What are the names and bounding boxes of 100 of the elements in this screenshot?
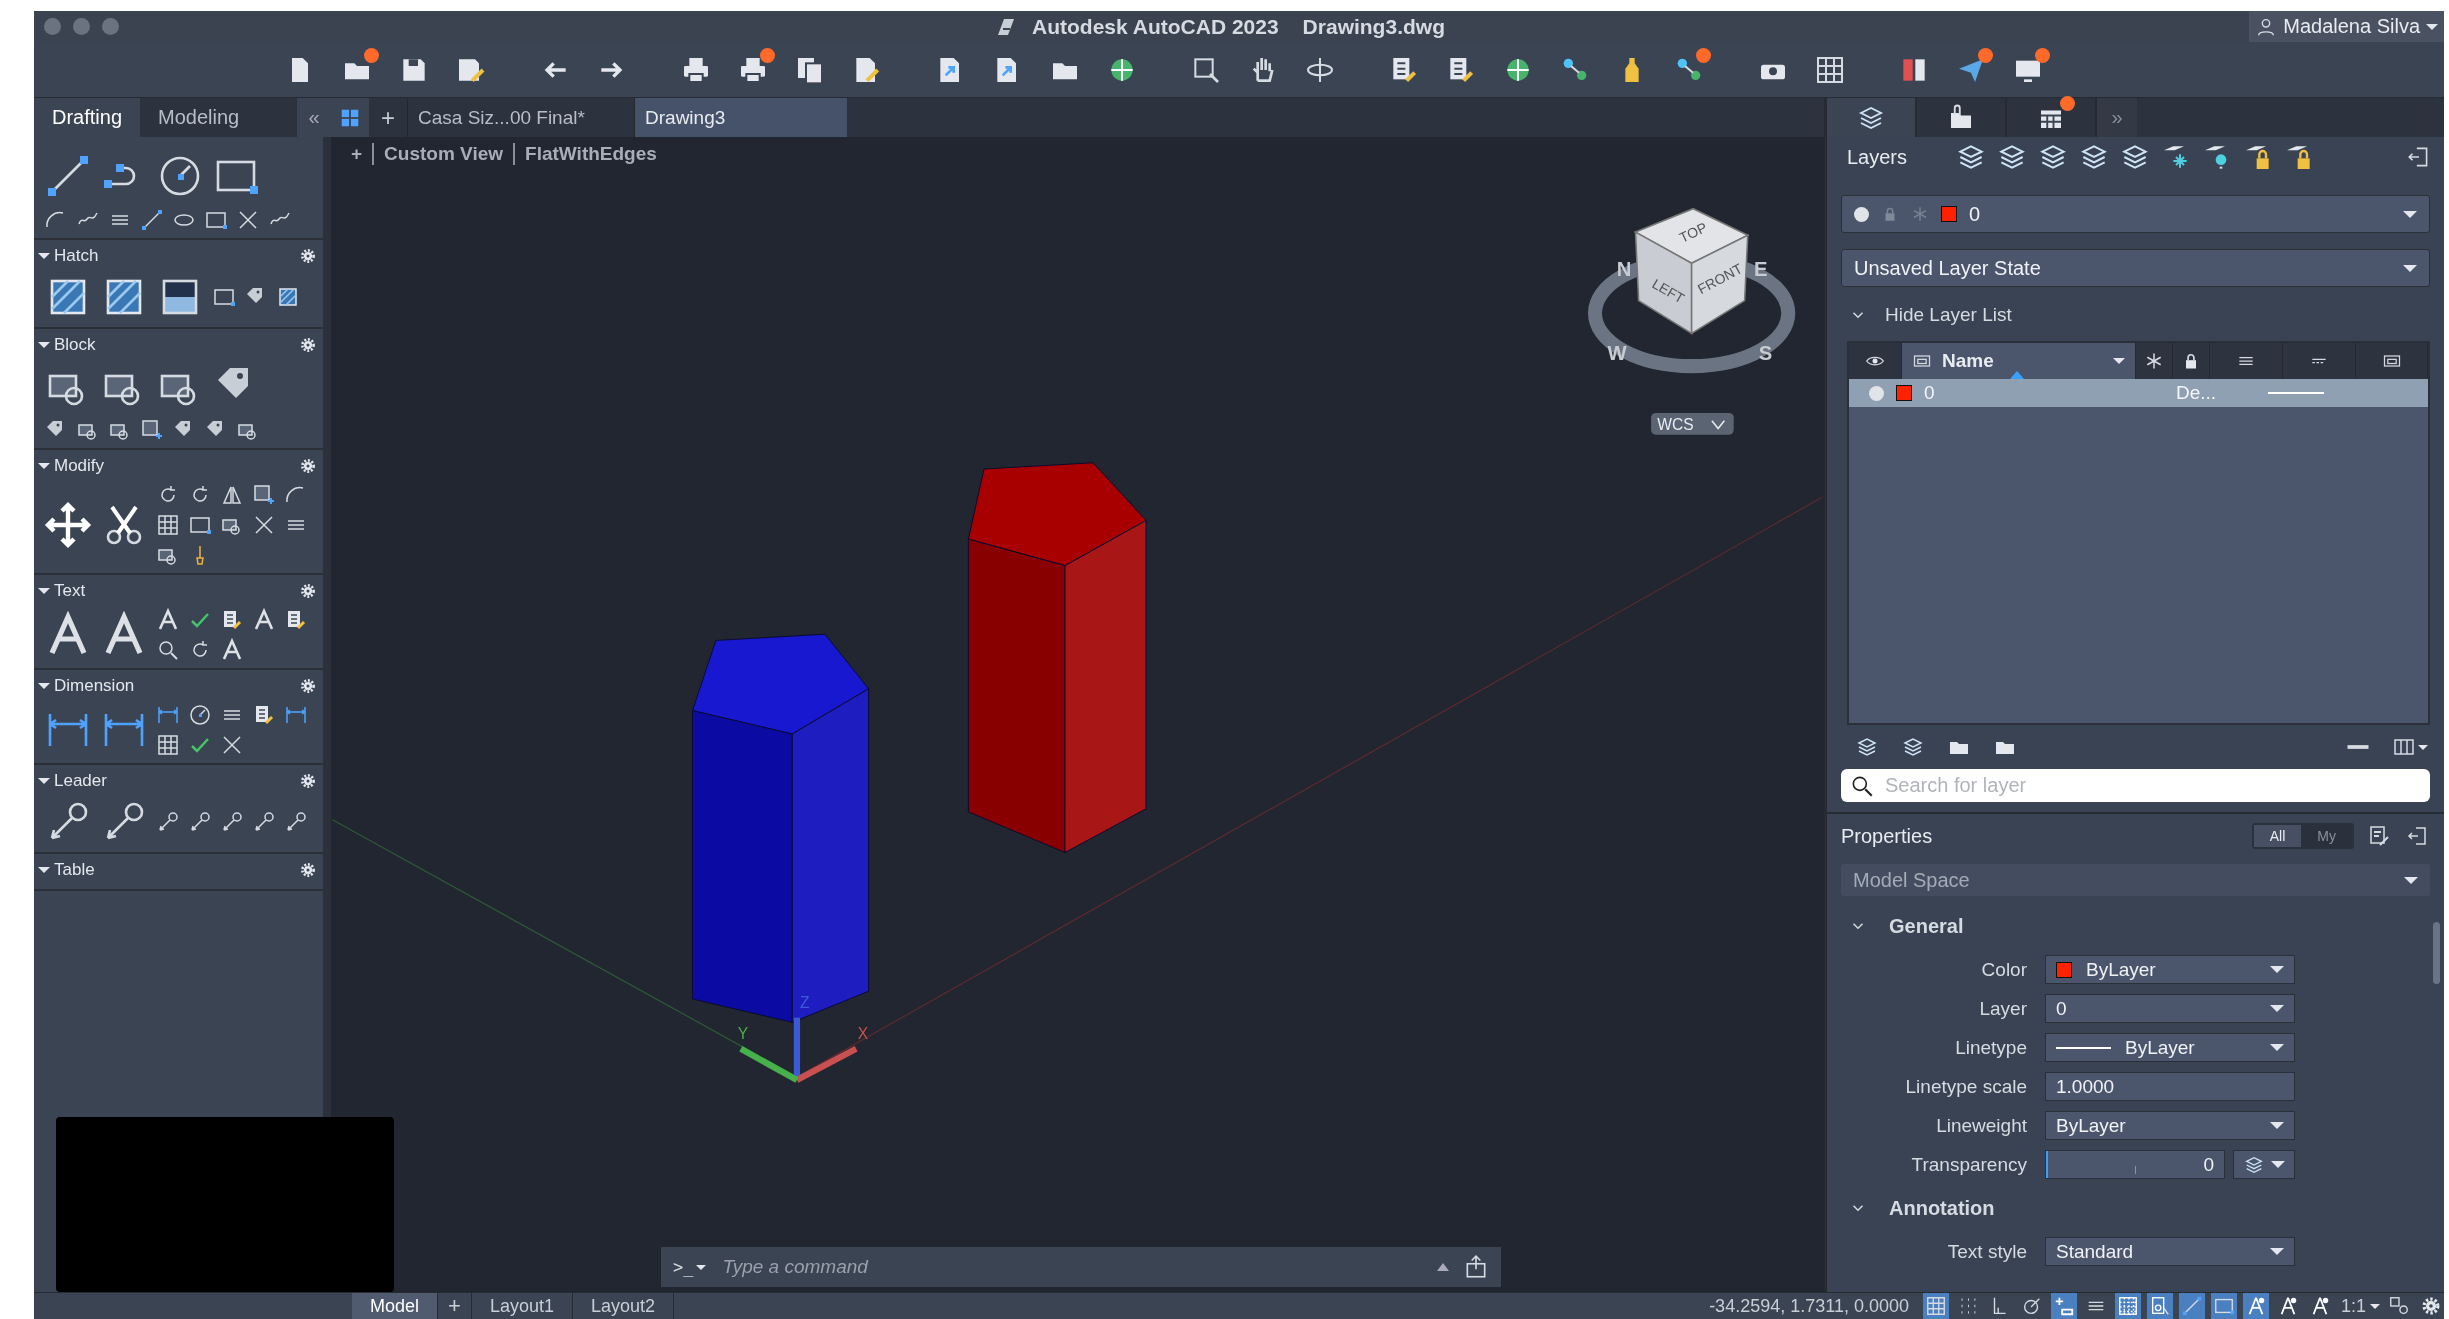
palette-tab[interactable]: Drafting bbox=[34, 98, 141, 137]
caret-icon bbox=[2270, 1122, 2284, 1129]
grid-icon[interactable] bbox=[156, 513, 180, 537]
new-tab-button[interactable]: + bbox=[369, 103, 407, 132]
hatch-icon[interactable] bbox=[276, 285, 300, 309]
layers-dropdown-button[interactable] bbox=[2233, 1150, 2295, 1179]
property-label: Layer bbox=[1978, 997, 2028, 1020]
property-field[interactable]: 1.0000 bbox=[2045, 1072, 2295, 1101]
caret-icon[interactable] bbox=[38, 867, 50, 873]
property-dropdown[interactable]: 0 bbox=[2045, 994, 2295, 1023]
section-title: Modify bbox=[54, 456, 105, 476]
collapse-button[interactable]: « bbox=[297, 98, 331, 137]
scrollbar-thumb[interactable] bbox=[2433, 922, 2440, 984]
text-tool-icon[interactable] bbox=[156, 608, 180, 632]
filter-toggle[interactable]: All bbox=[2253, 825, 2302, 847]
caret-icon[interactable] bbox=[38, 253, 50, 259]
leader-icon[interactable] bbox=[220, 810, 244, 834]
viewcube-drawing[interactable] bbox=[1587, 207, 1796, 374]
current-layer-dropdown[interactable]: 0 bbox=[1841, 195, 2430, 233]
window-title: Autodesk AutoCAD 2023 bbox=[1032, 14, 1279, 39]
layer-state-dropdown[interactable]: Unsaved Layer State bbox=[1841, 249, 2430, 287]
layout-tab[interactable]: Layout2 bbox=[572, 1293, 674, 1319]
search-field[interactable]: Search for layer bbox=[1841, 769, 2430, 802]
leader-icon[interactable] bbox=[284, 810, 308, 834]
property-dropdown[interactable]: ByLayer bbox=[2045, 1111, 2295, 1140]
layers-icon[interactable] bbox=[1855, 735, 1879, 759]
property-dropdown[interactable]: ByLayer bbox=[2045, 955, 2295, 984]
rectangle-icon[interactable] bbox=[2210, 1293, 2237, 1319]
layout-tab[interactable]: Model bbox=[352, 1293, 439, 1319]
wcs-button[interactable]: WCS bbox=[1651, 412, 1734, 435]
property-label: Linetype bbox=[1954, 1036, 2028, 1059]
cube-face-label[interactable]: TOP bbox=[1676, 219, 1710, 246]
caret-icon bbox=[2113, 358, 2125, 364]
grid-icon[interactable] bbox=[1922, 1293, 1949, 1319]
gear-icon[interactable] bbox=[299, 336, 317, 354]
column-header[interactable]: Name bbox=[1902, 343, 2136, 379]
add-layout-button[interactable]: + bbox=[438, 1293, 472, 1319]
move-arrows-icon[interactable] bbox=[44, 501, 92, 549]
hide-layer-list-toggle[interactable]: Hide Layer List bbox=[1885, 304, 2012, 326]
gear-icon[interactable] bbox=[299, 457, 317, 475]
select-icon[interactable] bbox=[2146, 1293, 2173, 1319]
line-icon[interactable] bbox=[140, 208, 164, 232]
gear-icon[interactable] bbox=[299, 247, 317, 265]
layer-linetype: De... bbox=[2176, 382, 2218, 404]
annotation-scale-button[interactable]: 1:1 bbox=[2340, 1295, 2380, 1317]
command-input[interactable]: Type a command bbox=[720, 1255, 1423, 1279]
triangle-icon[interactable] bbox=[1437, 1263, 1449, 1271]
property-dropdown[interactable]: ByLayer bbox=[2045, 1033, 2295, 1062]
property-label: Linetype scale bbox=[1904, 1075, 2028, 1098]
caret-icon[interactable] bbox=[2418, 744, 2428, 750]
caret-icon[interactable] bbox=[38, 463, 50, 469]
layout-tab[interactable]: Layout1 bbox=[471, 1293, 573, 1319]
gear-icon[interactable] bbox=[299, 772, 317, 790]
checker-icon[interactable] bbox=[2114, 1293, 2141, 1319]
layer-on-dot[interactable] bbox=[1869, 385, 1884, 401]
gear-icon[interactable] bbox=[299, 861, 317, 879]
circle-icon[interactable] bbox=[188, 703, 212, 727]
search-icon[interactable] bbox=[156, 638, 180, 662]
pencil-icon[interactable] bbox=[2368, 824, 2392, 848]
document-tab[interactable]: Drawing3 bbox=[634, 98, 847, 137]
caret-icon[interactable] bbox=[38, 683, 50, 689]
gear-icon[interactable] bbox=[299, 582, 317, 600]
text-tool-icon[interactable] bbox=[220, 638, 244, 662]
transparency-slider[interactable]: 0 bbox=[2045, 1150, 2225, 1179]
leader-icon[interactable] bbox=[156, 810, 180, 834]
leader-icon[interactable] bbox=[252, 810, 276, 834]
text-tool-icon[interactable] bbox=[252, 608, 276, 632]
linetype-preview bbox=[2056, 1046, 2111, 1049]
square-plus-icon[interactable] bbox=[252, 483, 276, 507]
panel-tab[interactable] bbox=[1827, 98, 1917, 137]
caret-icon[interactable] bbox=[38, 778, 50, 784]
panel-title: Layers bbox=[1847, 145, 1909, 169]
leader-icon[interactable] bbox=[188, 810, 212, 834]
viewport-control[interactable]: FlatWithEdges bbox=[525, 143, 657, 165]
caret-icon bbox=[2270, 1248, 2284, 1255]
caret-icon bbox=[2404, 876, 2418, 884]
snowflake-icon[interactable] bbox=[2144, 351, 2164, 371]
property-label: Color bbox=[1980, 958, 2028, 981]
gear-icon[interactable] bbox=[299, 677, 317, 695]
caret-icon bbox=[696, 1264, 707, 1270]
square-plus-icon[interactable] bbox=[140, 418, 164, 442]
expand-button[interactable]: » bbox=[2097, 98, 2137, 137]
user-account-button[interactable]: Madalena Silva bbox=[2249, 11, 2444, 42]
layer-color-swatch[interactable] bbox=[1896, 385, 1912, 401]
ucs-axes-icon bbox=[739, 1017, 858, 1083]
command-prompt[interactable]: >_ bbox=[673, 1257, 707, 1277]
caret-icon[interactable] bbox=[38, 342, 50, 348]
viewport-control[interactable]: + bbox=[351, 143, 363, 165]
property-dropdown[interactable]: Standard bbox=[2045, 1237, 2295, 1266]
snap-icon[interactable] bbox=[2050, 1293, 2077, 1319]
layers-icon[interactable] bbox=[1901, 735, 1925, 759]
caret-icon bbox=[2270, 1005, 2284, 1012]
grid-icon[interactable] bbox=[156, 733, 180, 757]
caret-icon bbox=[2270, 1044, 2284, 1051]
filter-toggle[interactable]: My bbox=[2301, 825, 2352, 847]
linetype-preview bbox=[2268, 392, 2324, 394]
caret-icon[interactable] bbox=[38, 588, 50, 594]
viewport-control[interactable]: Custom View bbox=[384, 143, 504, 165]
section-title: General bbox=[1889, 914, 1964, 938]
caret-icon bbox=[2426, 23, 2438, 30]
